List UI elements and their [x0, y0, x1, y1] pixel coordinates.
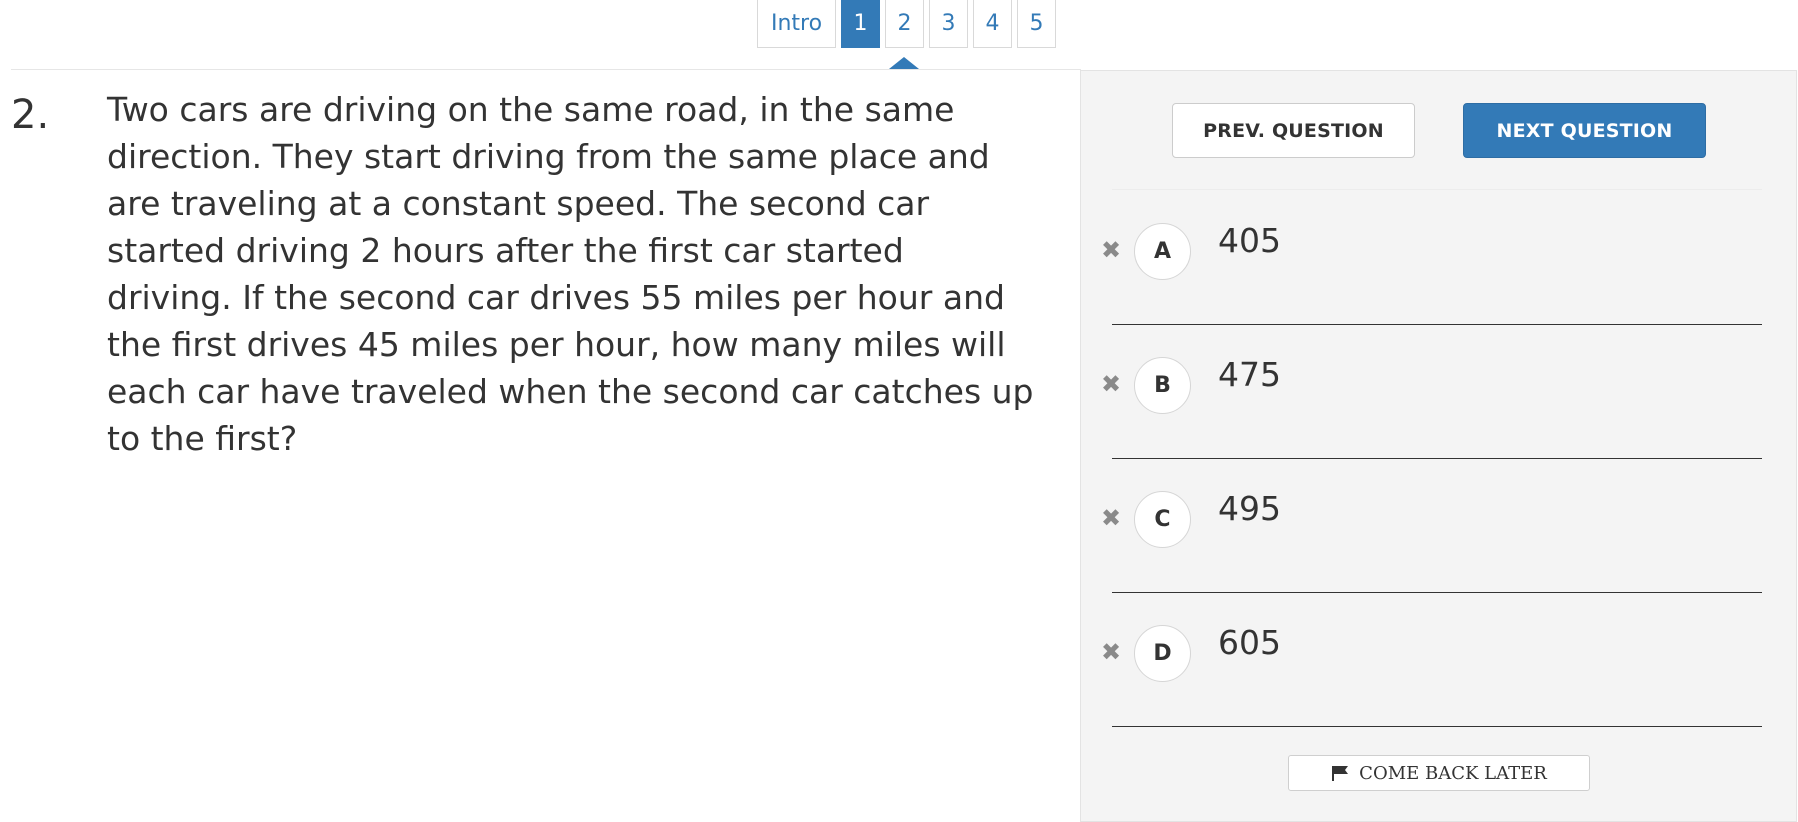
come-back-later-button[interactable]: COME BACK LATER: [1288, 755, 1590, 791]
answer-choice-a[interactable]: ✖ A 405: [1081, 191, 1798, 325]
question-pagination: Intro 1 2 3 4 5: [757, 0, 1056, 48]
answer-choice-d[interactable]: ✖ D 605: [1081, 593, 1798, 727]
divider: [11, 69, 1081, 70]
choice-letter-c[interactable]: C: [1134, 491, 1191, 548]
come-back-later-label: COME BACK LATER: [1359, 762, 1547, 784]
question-number: 2.: [11, 92, 50, 138]
close-icon[interactable]: ✖: [1100, 640, 1122, 664]
close-icon[interactable]: ✖: [1100, 506, 1122, 530]
close-icon[interactable]: ✖: [1100, 372, 1122, 396]
next-question-button[interactable]: NEXT QUESTION: [1463, 103, 1706, 158]
pager-page-2[interactable]: 2: [885, 0, 924, 48]
choice-value-d[interactable]: 605: [1218, 623, 1281, 662]
flag-icon: [1332, 766, 1349, 781]
answer-choice-b[interactable]: ✖ B 475: [1081, 325, 1798, 459]
pager-page-4[interactable]: 4: [973, 0, 1012, 48]
divider: [1112, 726, 1762, 727]
pager-intro[interactable]: Intro: [757, 0, 836, 48]
answer-panel: PREV. QUESTION NEXT QUESTION ✖ A 405 ✖ B…: [1080, 70, 1797, 822]
answer-choice-c[interactable]: ✖ C 495: [1081, 459, 1798, 593]
choice-value-c[interactable]: 495: [1218, 489, 1281, 528]
current-page-indicator: [889, 57, 919, 69]
choice-value-b[interactable]: 475: [1218, 355, 1281, 394]
close-icon[interactable]: ✖: [1100, 238, 1122, 262]
choice-value-a[interactable]: 405: [1218, 221, 1281, 260]
prev-question-button[interactable]: PREV. QUESTION: [1172, 103, 1415, 158]
choice-letter-a[interactable]: A: [1134, 223, 1191, 280]
divider: [1112, 189, 1762, 190]
pager-page-1[interactable]: 1: [841, 0, 880, 48]
choice-letter-b[interactable]: B: [1134, 357, 1191, 414]
pager-page-5[interactable]: 5: [1017, 0, 1056, 48]
pager-page-3[interactable]: 3: [929, 0, 968, 48]
choice-letter-d[interactable]: D: [1134, 625, 1191, 682]
question-text: Two cars are driving on the same road, i…: [107, 90, 1034, 458]
